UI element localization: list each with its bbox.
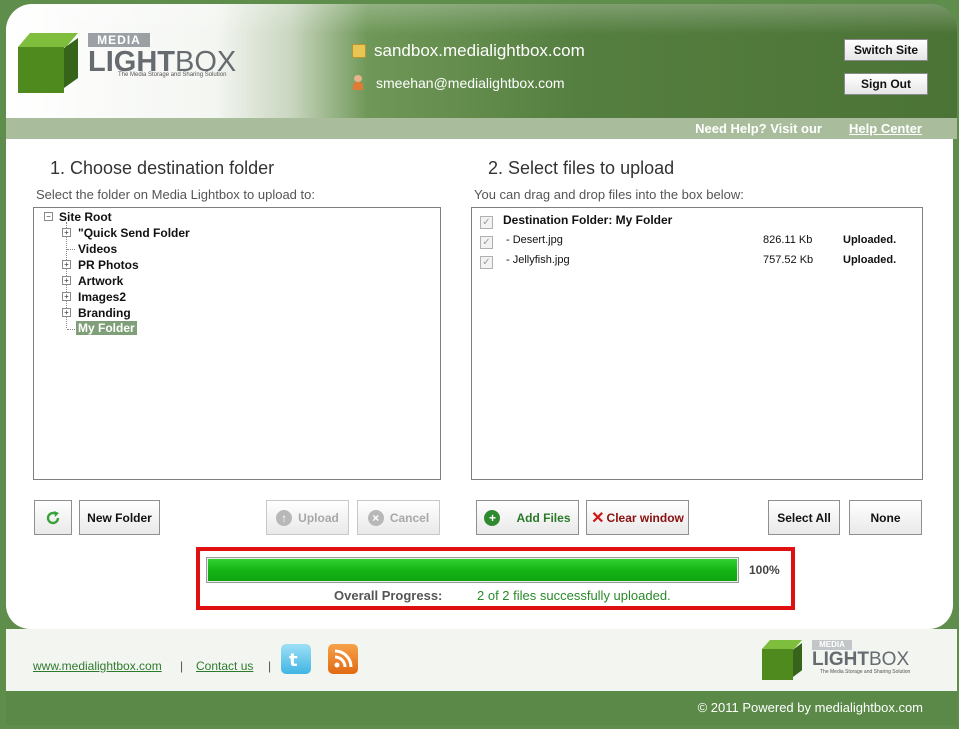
- user-icon: [352, 75, 364, 91]
- refresh-button[interactable]: [34, 500, 72, 535]
- svg-text:t: t: [289, 650, 298, 671]
- help-bar: Need Help? Visit our Help Center: [6, 118, 957, 139]
- twitter-icon[interactable]: t: [281, 644, 311, 674]
- tree-item-quick-send[interactable]: "Quick Send Folder: [78, 226, 190, 240]
- expand-icon[interactable]: +: [62, 292, 71, 301]
- website-link[interactable]: www.medialightbox.com: [33, 659, 162, 673]
- progress-percent: 100%: [749, 563, 780, 577]
- destination-folder-label: Destination Folder: My Folder: [503, 213, 673, 227]
- file-status: Uploaded.: [843, 254, 897, 266]
- user-email: smeehan@medialightbox.com: [376, 75, 565, 91]
- tree-item-artwork[interactable]: Artwork: [78, 274, 123, 288]
- choose-folder-title: 1. Choose destination folder: [50, 158, 275, 178]
- cancel-button-label: Cancel: [389, 510, 430, 525]
- collapse-icon[interactable]: −: [44, 212, 53, 221]
- site-icon: [352, 44, 366, 58]
- tree-item-videos[interactable]: Videos: [78, 242, 117, 256]
- select-files-subtitle: You can drag and drop files into the box…: [474, 187, 744, 202]
- select-all-button[interactable]: Select All: [768, 500, 840, 535]
- add-files-label: Add Files: [516, 510, 571, 525]
- expand-icon[interactable]: +: [62, 308, 71, 317]
- file-name: - Desert.jpg: [506, 234, 563, 246]
- new-folder-button[interactable]: New Folder: [79, 500, 160, 535]
- contact-us-link[interactable]: Contact us: [196, 659, 253, 673]
- switch-site-button[interactable]: Switch Site: [844, 39, 928, 61]
- file-name: - Jellyfish.jpg: [506, 254, 570, 266]
- progress-label: Overall Progress:: [334, 588, 443, 603]
- clear-x-icon: ✕: [591, 509, 605, 527]
- copyright-text: © 2011 Powered by medialightbox.com: [697, 700, 923, 715]
- clear-window-label: Clear window: [606, 510, 684, 525]
- add-files-button[interactable]: + Add Files: [476, 500, 579, 535]
- select-files-title: 2. Select files to upload: [488, 158, 675, 178]
- file-status: Uploaded.: [843, 234, 897, 246]
- footer-cube-icon: [762, 640, 802, 680]
- tree-item-branding[interactable]: Branding: [78, 306, 131, 320]
- tree-item-my-folder[interactable]: My Folder: [76, 321, 137, 335]
- refresh-icon: [46, 510, 60, 524]
- expand-icon[interactable]: +: [62, 276, 71, 285]
- site-info: sandbox.medialightbox.com: [352, 41, 585, 61]
- file-size: 757.52 Kb: [763, 254, 814, 266]
- clear-window-button[interactable]: ✕ Clear window: [586, 500, 689, 535]
- add-icon: +: [484, 509, 501, 526]
- footer-logo-light: LIGHT: [812, 649, 869, 670]
- file-size: 826.11 Kb: [763, 234, 813, 246]
- upload-button[interactable]: ↑ Upload: [266, 500, 349, 535]
- logo-media-label: MEDIA: [88, 33, 150, 47]
- file-checkbox[interactable]: ✓: [480, 236, 493, 249]
- file-checkbox[interactable]: ✓: [480, 256, 493, 269]
- logo-tagline: The Media Storage and Sharing Solution: [118, 72, 227, 78]
- choose-folder-subtitle: Select the folder on Media Lightbox to u…: [36, 187, 315, 202]
- copyright-bar: © 2011 Powered by medialightbox.com: [6, 691, 957, 725]
- user-info: smeehan@medialightbox.com: [352, 75, 565, 91]
- expand-icon[interactable]: +: [62, 260, 71, 269]
- destination-checkbox[interactable]: ✓: [480, 216, 493, 229]
- footer-logo-box: BOX: [869, 649, 910, 670]
- select-none-button[interactable]: None: [849, 500, 922, 535]
- footer-separator: |: [268, 659, 272, 673]
- upload-icon: ↑: [276, 509, 293, 526]
- help-text: Need Help? Visit our: [695, 121, 822, 136]
- footer-separator: |: [180, 659, 184, 673]
- rss-icon[interactable]: [328, 644, 358, 674]
- file-drop-zone[interactable]: [471, 207, 923, 480]
- help-center-link[interactable]: Help Center: [849, 121, 922, 136]
- progress-bar: [206, 557, 739, 583]
- cube-logo-icon: [18, 33, 78, 93]
- tree-item-pr-photos[interactable]: PR Photos: [78, 258, 139, 272]
- footer-logo-tagline: The Media Storage and Sharing Solution: [820, 669, 911, 675]
- cancel-icon: ×: [367, 509, 384, 526]
- progress-status: 2 of 2 files successfully uploaded.: [477, 588, 671, 603]
- upload-button-label: Upload: [298, 510, 339, 525]
- sign-out-button[interactable]: Sign Out: [844, 73, 928, 95]
- expand-icon[interactable]: +: [62, 228, 71, 237]
- site-name: sandbox.medialightbox.com: [374, 41, 585, 60]
- progress-bar-fill: [208, 559, 737, 581]
- tree-item-images2[interactable]: Images2: [78, 290, 126, 304]
- cancel-button[interactable]: × Cancel: [357, 500, 440, 535]
